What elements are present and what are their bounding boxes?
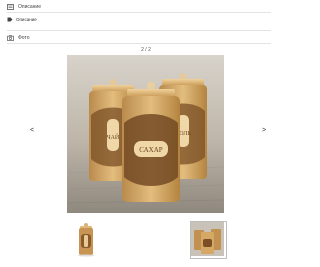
tag-icon	[7, 17, 13, 22]
gallery-counter: 2 / 2	[141, 47, 151, 53]
camera-icon	[7, 35, 14, 41]
thumbnail-1[interactable]	[72, 220, 100, 258]
svg-text:САХАР: САХАР	[139, 146, 162, 154]
divider	[7, 30, 271, 31]
main-photo: ЧАЙ СОЛЬ САХАР	[67, 55, 224, 213]
photo-section[interactable]: Фото	[7, 35, 271, 41]
photo-label: Фото	[18, 35, 30, 41]
tags-label: Описание	[16, 17, 37, 22]
thumbnail-2[interactable]	[190, 221, 227, 259]
divider	[7, 43, 271, 44]
document-icon	[7, 4, 14, 10]
divider	[7, 12, 271, 13]
description-section[interactable]: Описание	[7, 4, 271, 10]
tags-row: Описание	[7, 17, 37, 22]
description-label: Описание	[18, 4, 42, 10]
svg-text:ЧАЙ: ЧАЙ	[107, 133, 120, 141]
prev-arrow-button[interactable]: <	[30, 127, 34, 134]
next-arrow-button[interactable]: >	[262, 127, 266, 134]
